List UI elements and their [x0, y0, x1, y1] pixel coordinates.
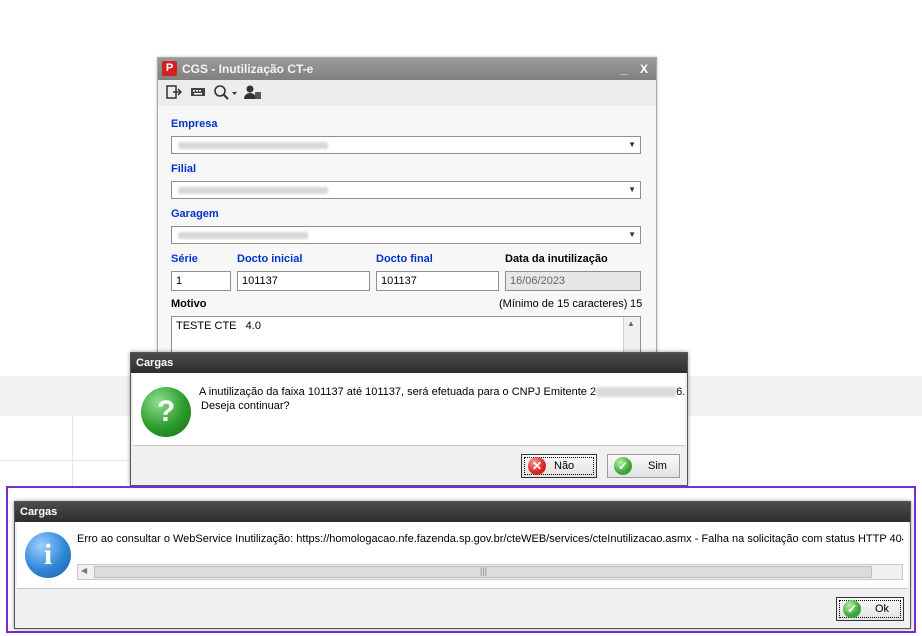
- redacted-cnpj: [596, 387, 677, 398]
- serie-label: Série: [171, 253, 198, 265]
- exit-icon[interactable]: [166, 84, 183, 102]
- motivo-textarea[interactable]: TESTE CTE 4.0 ▲: [171, 316, 641, 354]
- dialog-body: i Erro ao consultar o WebService Inutili…: [17, 522, 908, 589]
- vertical-scrollbar[interactable]: ▲: [623, 317, 640, 353]
- ok-button[interactable]: ✓ Ok: [836, 597, 904, 621]
- info-icon: i: [25, 532, 71, 578]
- dialog-body: ? A inutilização da faixa 101137 até 101…: [133, 373, 685, 446]
- background-divider: [0, 460, 130, 461]
- data-inutilizacao-field: 16/06/2023: [505, 271, 641, 291]
- chevron-down-icon: ▼: [628, 230, 636, 239]
- question-icon: ?: [141, 387, 191, 437]
- empresa-select[interactable]: ▼: [171, 136, 641, 154]
- filial-label: Filial: [171, 163, 197, 175]
- form-panel: Empresa ▼ Filial ▼ Garagem ▼ Série 1 Doc…: [158, 106, 656, 358]
- chevron-down-icon: ▼: [628, 185, 636, 194]
- cgs-logo-icon: P: [162, 61, 177, 76]
- keyboard-icon[interactable]: [190, 84, 206, 102]
- motivo-label: Motivo: [171, 298, 207, 310]
- horizontal-scrollbar[interactable]: ◀ |||: [77, 564, 903, 580]
- scroll-left-icon[interactable]: ◀: [81, 566, 87, 575]
- toolbar: [158, 80, 656, 107]
- garagem-select[interactable]: ▼: [171, 226, 641, 244]
- grip-icon: |||: [480, 566, 488, 576]
- dialog-title[interactable]: Cargas: [131, 353, 687, 373]
- background-divider: [72, 416, 73, 486]
- chevron-down-icon: ▼: [628, 140, 636, 149]
- check-icon: ✓: [614, 457, 632, 475]
- data-inutilizacao-label: Data da inutilização: [505, 253, 608, 265]
- confirm-dialog: Cargas ? A inutilização da faixa 101137 …: [130, 352, 688, 486]
- check-icon: ✓: [843, 600, 861, 618]
- user-icon[interactable]: [244, 84, 262, 102]
- min-chars-hint: (Mínimo de 15 caracteres): [499, 298, 628, 310]
- dialog-message-line2: Deseja continuar?: [201, 400, 290, 412]
- filial-select[interactable]: ▼: [171, 181, 641, 199]
- dialog-message-line1: A inutilização da faixa 101137 até 10113…: [199, 386, 685, 398]
- garagem-label: Garagem: [171, 208, 219, 220]
- scroll-up-icon[interactable]: ▲: [627, 319, 635, 328]
- no-button[interactable]: ✕ Não: [521, 454, 597, 478]
- docto-final-label: Docto final: [376, 253, 433, 265]
- docto-inicial-label: Docto inicial: [237, 253, 303, 265]
- message-text: A inutilização da faixa 101137 até 10113…: [199, 386, 597, 398]
- empresa-label: Empresa: [171, 118, 218, 130]
- dialog-title[interactable]: Cargas: [15, 502, 910, 522]
- ok-button-label: Ok: [875, 603, 890, 615]
- minimize-icon[interactable]: _: [616, 61, 632, 77]
- yes-button-label: Sim: [648, 460, 667, 472]
- docto-inicial-field[interactable]: 101137: [237, 271, 370, 291]
- message-text-end: 6.: [676, 386, 686, 398]
- motivo-text: TESTE CTE 4.0: [176, 320, 261, 332]
- inutilizacao-window: P CGS - Inutilização CT-e _ X Empresa ▼ …: [157, 57, 657, 359]
- close-icon[interactable]: X: [636, 61, 652, 77]
- cancel-icon: ✕: [528, 457, 546, 475]
- search-dropdown-icon[interactable]: [213, 84, 239, 102]
- no-button-label: Não: [554, 460, 575, 472]
- yes-button[interactable]: ✓ Sim: [607, 454, 680, 478]
- scrollbar-thumb[interactable]: |||: [94, 566, 872, 578]
- error-message: Erro ao consultar o WebService Inutiliza…: [77, 533, 903, 545]
- char-count: 15: [630, 298, 643, 310]
- window-title: CGS - Inutilização CT-e: [182, 62, 314, 76]
- window-titlebar[interactable]: P CGS - Inutilização CT-e _ X: [158, 58, 656, 80]
- error-dialog: Cargas i Erro ao consultar o WebService …: [14, 501, 911, 629]
- serie-field[interactable]: 1: [171, 271, 231, 291]
- docto-final-field[interactable]: 101137: [376, 271, 499, 291]
